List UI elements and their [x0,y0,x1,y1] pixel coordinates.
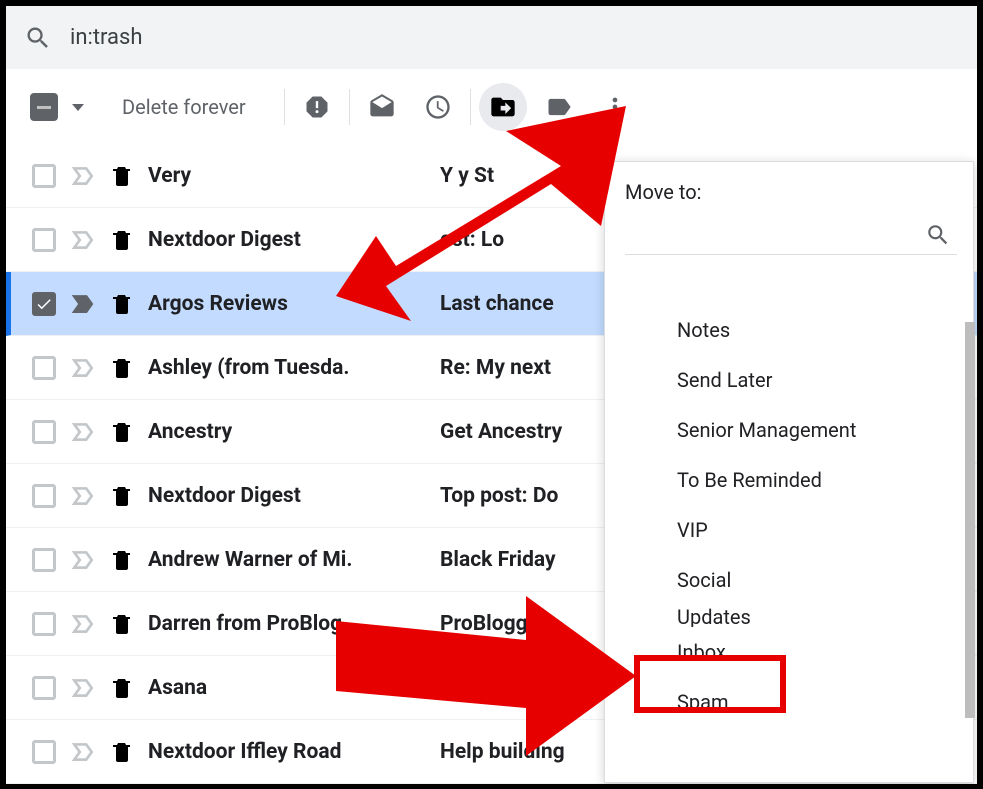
importance-icon[interactable] [70,483,96,509]
trash-icon [110,740,134,764]
importance-icon[interactable] [70,163,96,189]
toolbar: Delete forever [6,70,977,144]
move-to-item[interactable]: VIP [625,505,965,555]
search-icon[interactable] [24,24,52,52]
trash-icon [110,356,134,380]
row-checkbox[interactable] [32,228,56,252]
row-checkbox[interactable] [32,356,56,380]
sender: Nextdoor Digest [148,484,426,508]
more-icon[interactable] [591,83,639,131]
search-bar [6,6,977,70]
row-checkbox[interactable] [32,484,56,508]
move-to-item[interactable]: Senior Management [625,405,965,455]
report-spam-icon[interactable] [293,83,341,131]
sender: Nextdoor Digest [148,228,426,252]
move-to-item[interactable]: Notes [625,305,965,355]
scrollbar[interactable] [965,322,975,718]
annotation-highlight-box [634,655,786,713]
sender: Argos Reviews [148,292,426,316]
sender: Ashley (from Tuesda. [148,356,426,380]
importance-icon[interactable] [70,227,96,253]
row-checkbox[interactable] [32,612,56,636]
row-checkbox[interactable] [32,164,56,188]
row-checkbox[interactable] [32,676,56,700]
row-checkbox[interactable] [32,740,56,764]
sender: Asana [148,676,426,700]
sender: Darren from ProBlog. [148,612,426,636]
labels-icon[interactable] [535,83,583,131]
importance-icon[interactable] [70,611,96,637]
trash-icon [110,676,134,700]
trash-icon [110,164,134,188]
select-dropdown-icon[interactable] [72,104,84,111]
trash-icon [110,548,134,572]
sender: Ancestry [148,420,426,444]
row-checkbox[interactable] [32,292,56,316]
importance-icon[interactable] [70,419,96,445]
move-to-item[interactable]: Social [625,555,965,605]
row-checkbox[interactable] [32,420,56,444]
trash-icon [110,228,134,252]
sender: Nextdoor Iffley Road [148,740,426,764]
importance-icon[interactable] [70,739,96,765]
move-to-search[interactable] [625,216,957,255]
trash-icon [110,612,134,636]
move-to-icon[interactable] [479,83,527,131]
trash-icon [110,484,134,508]
mark-read-icon[interactable] [358,83,406,131]
sender: Andrew Warner of Mi. [148,548,426,572]
move-to-item[interactable]: To Be Reminded [625,455,965,505]
search-input[interactable] [70,25,959,50]
importance-icon[interactable] [70,675,96,701]
row-checkbox[interactable] [32,548,56,572]
move-to-title: Move to: [625,180,965,216]
trash-icon [110,420,134,444]
move-to-item[interactable]: Updates [625,605,965,627]
delete-forever-button[interactable]: Delete forever [122,95,246,119]
search-icon [925,222,951,248]
move-to-item[interactable]: Send Later [625,355,965,405]
sender: Very [148,164,426,188]
importance-icon[interactable] [70,291,96,317]
importance-icon[interactable] [70,355,96,381]
importance-icon[interactable] [70,547,96,573]
snooze-icon[interactable] [414,83,462,131]
select-checkbox[interactable] [30,93,58,121]
trash-icon [110,292,134,316]
